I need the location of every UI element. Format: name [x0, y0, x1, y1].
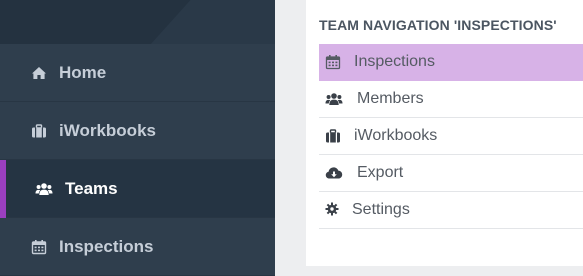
team-nav-item-members[interactable]: Members: [319, 81, 583, 118]
panel-title: TEAM NAVIGATION 'INSPECTIONS': [319, 17, 557, 33]
team-navigation-panel: TEAM NAVIGATION 'INSPECTIONS' Inspection…: [306, 0, 583, 266]
team-nav-item-export[interactable]: Export: [319, 155, 583, 192]
sidebar-item-home[interactable]: Home: [0, 44, 275, 102]
users-icon: [325, 91, 343, 107]
list-item-label: iWorkbooks: [354, 127, 438, 144]
sidebar-item-label: iWorkbooks: [59, 120, 156, 140]
list-item-label: Inspections: [354, 53, 435, 70]
team-nav-item-settings[interactable]: Settings: [319, 192, 583, 229]
team-navigation-list: Inspections Members iWorkbooks Export Se: [319, 44, 583, 229]
sidebar-item-label: Inspections: [59, 236, 154, 256]
sidebar-item-label: Teams: [65, 178, 118, 198]
sidebar-header: [0, 0, 275, 44]
gear-icon: [325, 202, 339, 218]
home-icon: [31, 65, 47, 81]
briefcase-icon: [31, 123, 47, 139]
calendar-icon: [31, 239, 47, 255]
briefcase-icon: [325, 128, 341, 144]
cloud-download-icon: [325, 165, 343, 181]
sidebar: Home iWorkbooks Teams Inspections: [0, 0, 275, 276]
sidebar-item-iworkbooks[interactable]: iWorkbooks: [0, 102, 275, 160]
sidebar-item-label: Home: [59, 62, 107, 82]
sidebar-item-inspections[interactable]: Inspections: [0, 218, 275, 276]
team-nav-item-iworkbooks[interactable]: iWorkbooks: [319, 118, 583, 155]
team-nav-item-inspections[interactable]: Inspections: [319, 44, 583, 81]
sidebar-item-teams[interactable]: Teams: [0, 160, 275, 218]
list-item-label: Members: [357, 90, 424, 107]
list-item-label: Export: [357, 164, 404, 181]
list-item-label: Settings: [352, 201, 410, 218]
users-icon: [35, 181, 53, 197]
calendar-icon: [325, 54, 341, 70]
